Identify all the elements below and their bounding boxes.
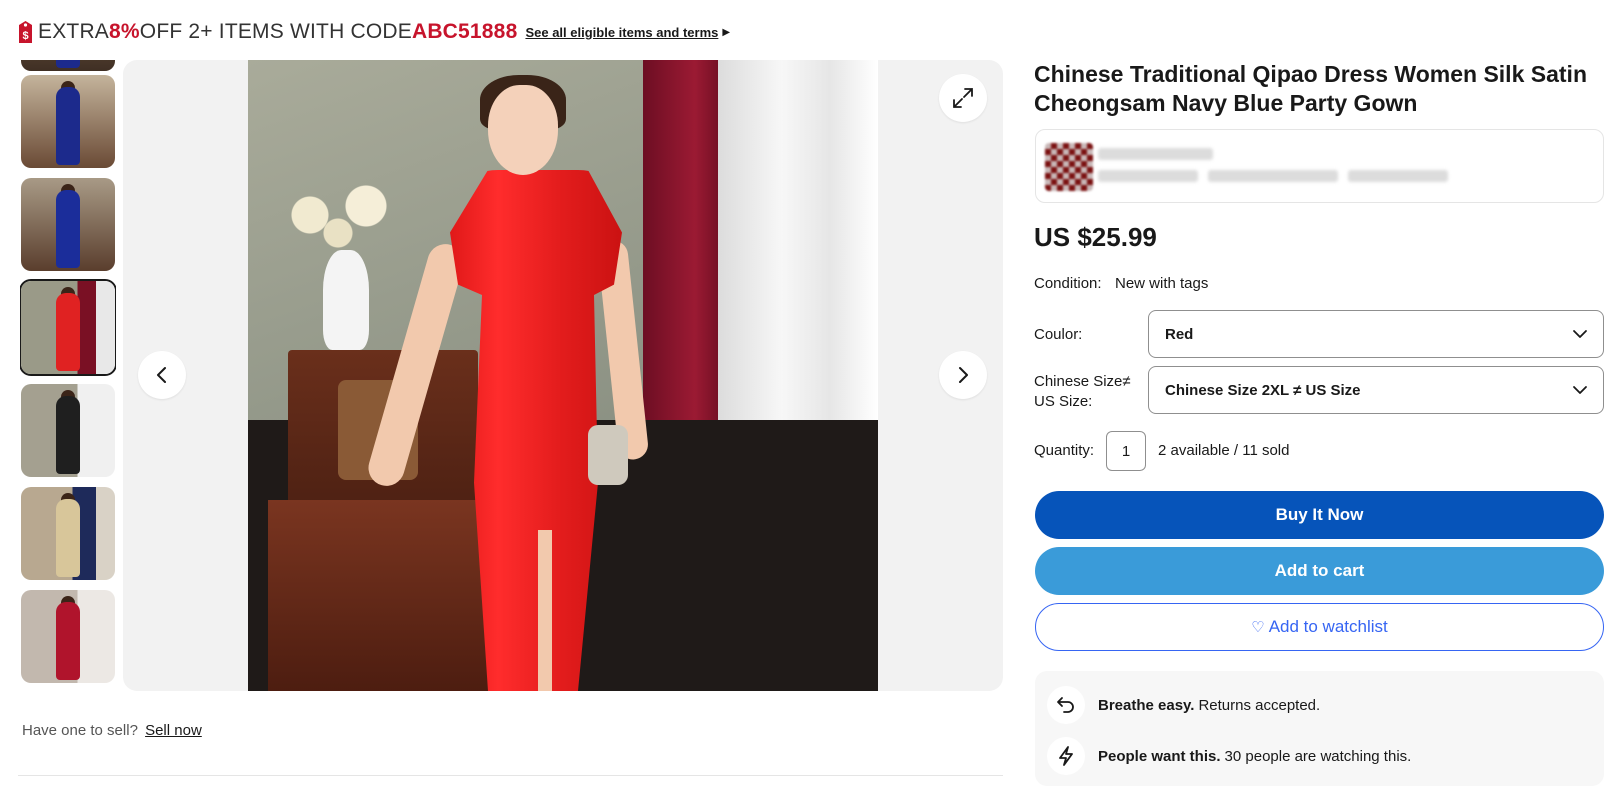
- promo-percent: 8%: [109, 20, 140, 43]
- size-selected-value: Chinese Size 2XL ≠ US Size: [1165, 381, 1361, 399]
- main-product-image[interactable]: [123, 60, 1003, 691]
- expand-icon: [953, 88, 973, 108]
- heart-icon: ♡: [1251, 619, 1265, 636]
- highlights-box: Breathe easy. Returns accepted. People w…: [1035, 671, 1604, 786]
- seller-info-redacted-1: [1098, 170, 1198, 182]
- expand-button[interactable]: [939, 74, 987, 122]
- quantity-label: Quantity:: [1034, 442, 1095, 459]
- size-select[interactable]: Chinese Size 2XL ≠ US Size: [1148, 366, 1604, 414]
- price-tag-icon: $: [19, 21, 32, 43]
- chevron-right-icon: [959, 367, 968, 383]
- color-selected-value: Red: [1165, 325, 1194, 343]
- sell-prompt: Have one to sell? Sell now: [22, 722, 202, 739]
- thumbnail-partial[interactable]: [21, 60, 115, 71]
- product-title: Chinese Traditional Qipao Dress Women Si…: [1034, 61, 1587, 116]
- size-label: Chinese Size≠ US Size:: [1034, 373, 1131, 410]
- svg-text:$: $: [22, 30, 28, 42]
- buy-it-now-button[interactable]: Buy It Now: [1035, 491, 1604, 539]
- seller-card[interactable]: [1035, 129, 1604, 203]
- price: US $25.99: [1034, 222, 1157, 252]
- seller-info-redacted-2: [1208, 170, 1338, 182]
- thumbnail-2[interactable]: [21, 178, 115, 271]
- sell-question: Have one to sell?: [22, 722, 138, 739]
- divider: [18, 775, 1003, 776]
- seller-name-redacted: [1098, 148, 1213, 160]
- next-image-button[interactable]: [939, 351, 987, 399]
- product-photo: [248, 60, 878, 691]
- color-select[interactable]: Red: [1148, 310, 1604, 358]
- promo-text-middle: OFF 2+ ITEMS WITH CODE: [139, 20, 412, 43]
- return-arrow-icon: [1047, 686, 1085, 724]
- promo-text-prefix: EXTRA: [38, 20, 110, 43]
- watchers-row: People want this. 30 people are watching…: [1047, 737, 1411, 775]
- add-to-cart-button[interactable]: Add to cart: [1035, 547, 1604, 595]
- watchers-bold: People want this.: [1098, 747, 1221, 765]
- returns-bold: Breathe easy.: [1098, 696, 1195, 714]
- color-label: Coulor:: [1034, 326, 1083, 343]
- availability-text: 2 available / 11 sold: [1158, 442, 1290, 459]
- watchers-text: 30 people are watching this.: [1224, 747, 1412, 765]
- thumbnail-5[interactable]: [21, 487, 115, 580]
- chevron-left-icon: [157, 367, 166, 383]
- promo-terms-link[interactable]: See all eligible items and terms: [525, 25, 718, 40]
- condition-value: New with tags: [1115, 275, 1209, 292]
- chevron-down-icon: [1573, 330, 1587, 338]
- thumbnail-3-selected[interactable]: [20, 279, 116, 376]
- previous-image-button[interactable]: [138, 351, 186, 399]
- add-to-watchlist-button[interactable]: ♡ Add to watchlist: [1035, 603, 1604, 651]
- returns-text: Returns accepted.: [1198, 696, 1321, 714]
- caret-right-icon: ▶: [722, 26, 731, 38]
- condition-label: Condition:: [1034, 275, 1102, 292]
- promo-code: ABC51888: [411, 20, 518, 43]
- promo-banner: $ EXTRA 8% OFF 2+ ITEMS WITH CODE ABC518…: [18, 18, 730, 46]
- thumbnail-4[interactable]: [21, 384, 115, 477]
- seller-info-redacted-3: [1348, 170, 1448, 182]
- thumbnail-6[interactable]: [21, 590, 115, 683]
- watchlist-label: Add to watchlist: [1268, 617, 1388, 636]
- returns-row: Breathe easy. Returns accepted.: [1047, 686, 1320, 724]
- sell-now-link[interactable]: Sell now: [145, 722, 202, 739]
- chevron-down-icon: [1573, 386, 1587, 394]
- quantity-input[interactable]: 1: [1106, 431, 1146, 471]
- thumbnail-strip[interactable]: [20, 60, 116, 690]
- seller-avatar: [1045, 143, 1093, 191]
- lightning-icon: [1047, 737, 1085, 775]
- thumbnail-1[interactable]: [21, 75, 115, 168]
